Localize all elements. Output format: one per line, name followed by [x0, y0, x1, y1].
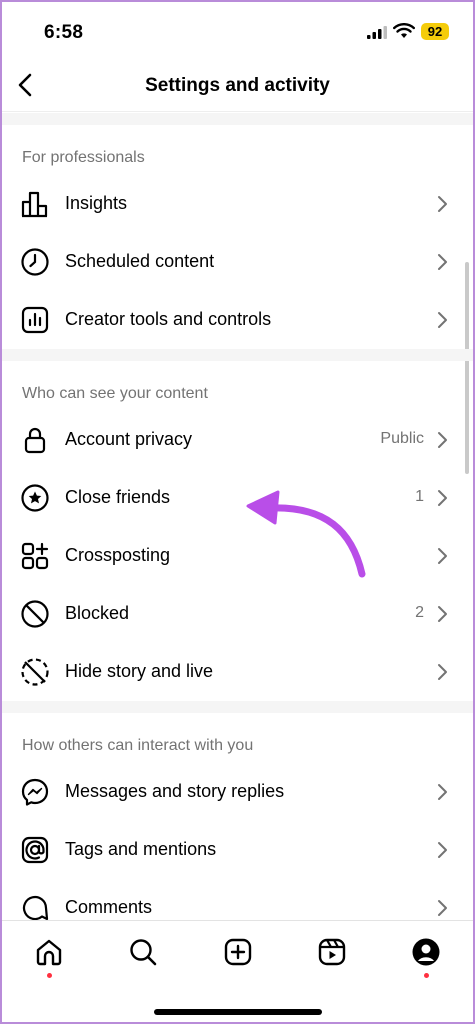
star-circle-icon	[21, 484, 49, 512]
tab-home[interactable]	[32, 935, 66, 969]
chevron-right-icon	[438, 784, 447, 800]
header: Settings and activity	[0, 60, 475, 112]
signal-icon	[367, 26, 387, 39]
row-value: Public	[380, 430, 424, 447]
chevron-right-icon	[438, 254, 447, 270]
row-label: Scheduled content	[65, 251, 215, 271]
tab-reels[interactable]	[315, 935, 349, 969]
hide-story-icon	[21, 658, 49, 686]
home-notification-dot	[47, 973, 52, 978]
battery-indicator: 92	[421, 23, 449, 40]
row-tags-mentions[interactable]: Tags and mentions	[0, 821, 475, 879]
row-label: Messages and story replies	[65, 781, 285, 801]
page-title: Settings and activity	[145, 75, 330, 96]
row-messages[interactable]: Messages and story replies	[0, 763, 475, 821]
row-label: Tags and mentions	[65, 839, 217, 859]
grid-plus-icon	[21, 542, 49, 570]
section-divider	[0, 701, 475, 713]
chevron-right-icon	[438, 842, 447, 858]
row-label: Insights	[65, 193, 128, 213]
row-crossposting[interactable]: Crossposting	[0, 527, 475, 585]
section-title-visibility: Who can see your content	[22, 385, 208, 402]
row-close-friends[interactable]: Close friends 1	[0, 469, 475, 527]
chevron-right-icon	[438, 196, 447, 212]
home-icon	[36, 939, 62, 966]
section-divider	[0, 113, 475, 125]
row-insights[interactable]: Insights	[0, 175, 475, 233]
row-label: Blocked	[65, 603, 130, 623]
wifi-icon	[393, 23, 415, 38]
row-scheduled-content[interactable]: Scheduled content	[0, 233, 475, 291]
profile-icon	[412, 938, 440, 966]
reels-icon	[318, 938, 346, 966]
row-account-privacy[interactable]: Account privacy Public	[0, 411, 475, 469]
row-blocked[interactable]: Blocked 2	[0, 585, 475, 643]
row-label: Account privacy	[65, 429, 193, 449]
annotation-arrow	[246, 490, 366, 578]
chevron-right-icon	[438, 490, 447, 506]
comment-icon	[22, 895, 49, 920]
section-title-interactions: How others can interact with you	[22, 737, 254, 754]
chevron-right-icon	[438, 312, 447, 328]
section-title-professionals: For professionals	[22, 149, 145, 166]
chevron-right-icon	[438, 606, 447, 622]
tab-create[interactable]	[221, 935, 255, 969]
chevron-right-icon	[438, 900, 447, 916]
row-hide-story[interactable]: Hide story and live	[0, 643, 475, 701]
create-icon	[224, 938, 252, 966]
clock-icon	[21, 248, 49, 276]
row-label: Creator tools and controls	[65, 309, 272, 329]
row-value: 2	[415, 604, 424, 621]
lock-icon	[24, 427, 46, 454]
row-label: Close friends	[65, 487, 171, 507]
messenger-icon	[21, 778, 49, 806]
row-label: Hide story and live	[65, 661, 214, 681]
home-indicator	[154, 1009, 322, 1015]
status-bar: 6:58 92	[0, 0, 475, 60]
settings-list: For professionals Insights Scheduled con…	[0, 113, 475, 920]
chevron-right-icon	[438, 548, 447, 564]
chevron-right-icon	[438, 664, 447, 680]
section-divider	[0, 349, 475, 361]
row-creator-tools[interactable]: Creator tools and controls	[0, 291, 475, 349]
row-label: Comments	[65, 897, 153, 917]
row-value: 1	[415, 488, 424, 505]
tab-search[interactable]	[126, 935, 160, 969]
chevron-right-icon	[438, 432, 447, 448]
row-comments[interactable]: Comments	[0, 879, 475, 920]
blocked-icon	[21, 600, 49, 628]
search-icon	[130, 939, 157, 966]
tab-profile[interactable]	[409, 935, 443, 969]
row-label: Crossposting	[65, 545, 171, 565]
tab-bar	[0, 920, 475, 1024]
profile-notification-dot	[424, 973, 429, 978]
chart-square-icon	[21, 306, 49, 334]
at-sign-icon	[21, 836, 49, 864]
bar-chart-icon	[21, 191, 48, 218]
status-time: 6:58	[44, 22, 84, 43]
